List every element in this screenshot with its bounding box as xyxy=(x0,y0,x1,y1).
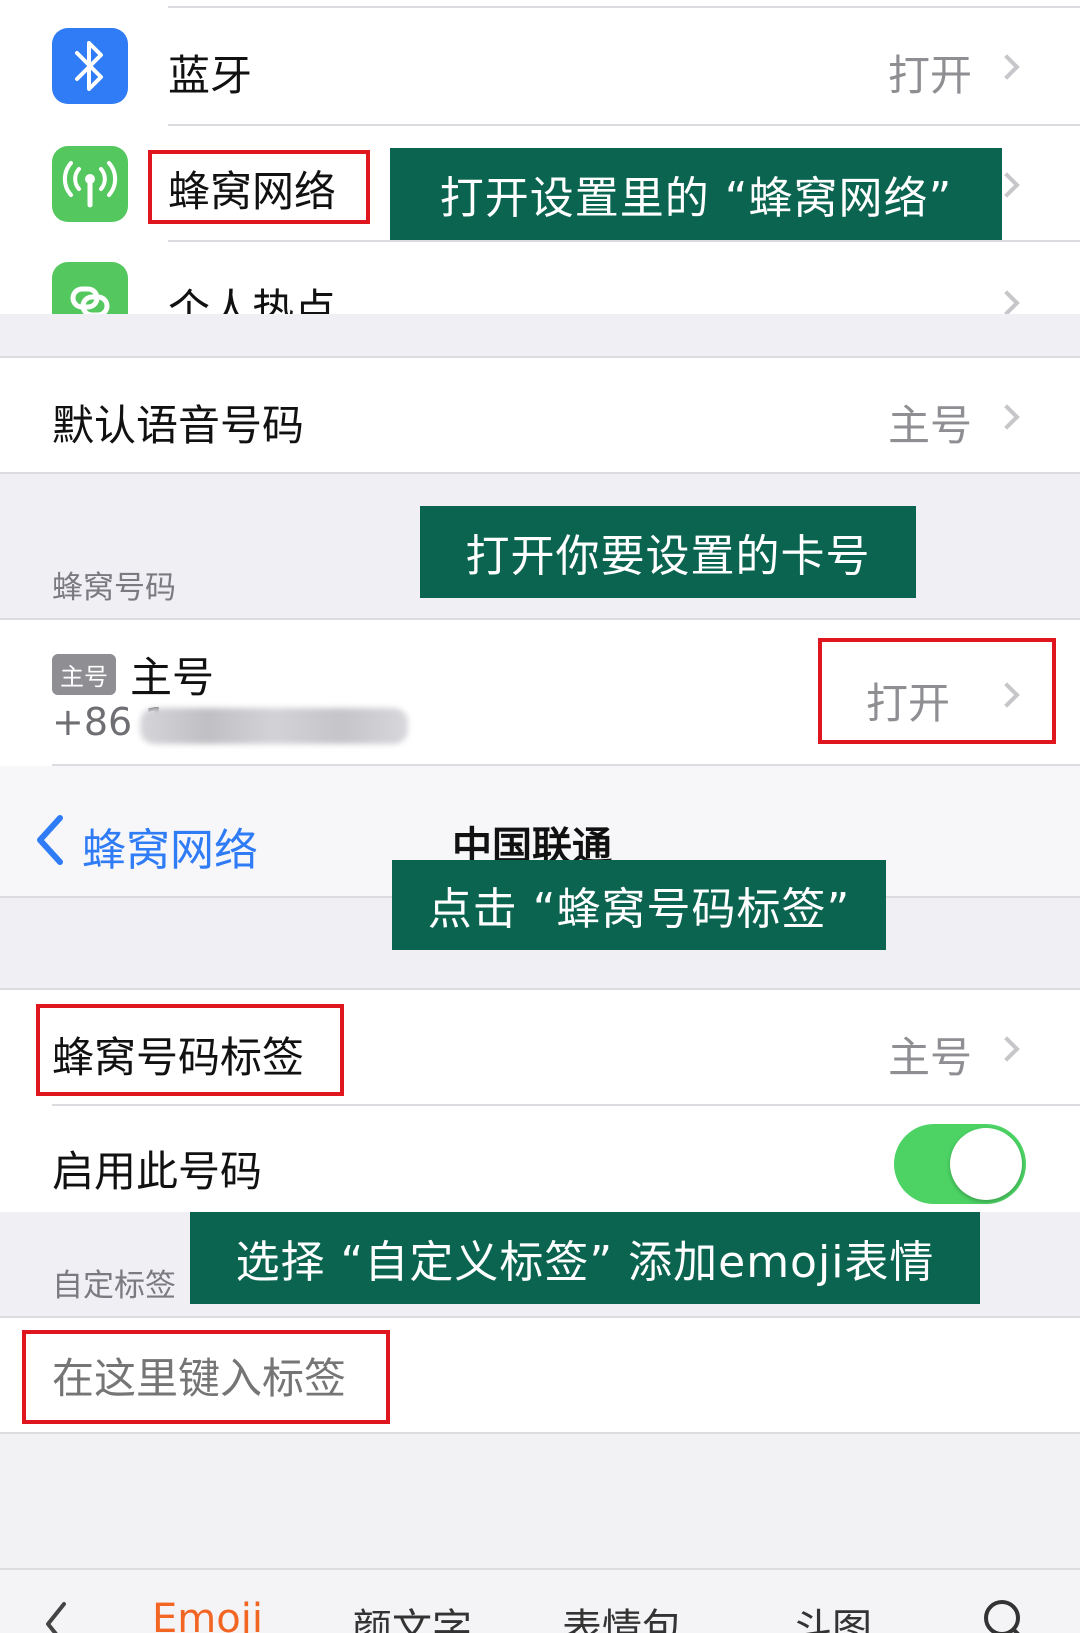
section-gap xyxy=(0,314,1080,358)
keyboard-area xyxy=(0,1434,1080,1570)
highlight-primary-line xyxy=(818,638,1056,744)
cellular-numbers-section-label: 蜂窝号码 xyxy=(52,570,176,606)
primary-line-badge: 主号 xyxy=(52,654,116,695)
keyboard-tab-emoji[interactable]: Emoji xyxy=(152,1596,263,1633)
settings-row-hotspot[interactable]: 个人热点 xyxy=(0,242,1080,314)
bluetooth-icon xyxy=(52,28,128,104)
redacted-number xyxy=(140,708,408,744)
nav-back-button[interactable]: 蜂窝网络 xyxy=(82,814,258,878)
highlight-cellular xyxy=(148,150,370,224)
default-voice-label: 默认语音号码 xyxy=(52,401,305,450)
enable-line-label: 启用此号码 xyxy=(52,1147,263,1196)
number-tag-value: 主号 xyxy=(888,1033,973,1082)
custom-tag-section-label: 自定标签 xyxy=(52,1268,176,1304)
highlight-custom-input xyxy=(22,1330,390,1424)
keyboard-tab-meme[interactable]: 斗图 xyxy=(792,1596,872,1633)
default-voice-value: 主号 xyxy=(888,401,973,450)
chevron-right-icon xyxy=(994,290,1020,314)
bluetooth-status: 打开 xyxy=(888,51,973,100)
chevron-left-icon[interactable] xyxy=(42,1600,70,1633)
annotation-step-4: 选择 “自定义标签” 添加emoji表情 xyxy=(190,1212,980,1304)
hotspot-label: 个人热点 xyxy=(168,285,337,314)
annotation-step-3: 点击 “蜂窝号码标签” xyxy=(392,860,886,950)
annotation-step-2: 打开你要设置的卡号 xyxy=(420,506,916,598)
annotation-step-1: 打开设置里的 “蜂窝网络” xyxy=(390,148,1002,240)
keyboard-tab-stickers[interactable]: 表情包 xyxy=(562,1596,682,1633)
bluetooth-label: 蓝牙 xyxy=(168,51,253,100)
hotspot-link-icon xyxy=(52,262,128,314)
search-icon[interactable] xyxy=(980,1596,1032,1633)
enable-line-toggle[interactable] xyxy=(894,1124,1026,1204)
primary-line-name: 主号 xyxy=(130,653,215,702)
chevron-left-icon[interactable] xyxy=(34,814,64,866)
keyboard-toolbar: Emoji 颜文字 表情包 斗图 xyxy=(0,1570,1080,1633)
toggle-knob xyxy=(950,1128,1022,1200)
highlight-number-tag xyxy=(36,1004,344,1096)
keyboard-tab-kaomoji[interactable]: 颜文字 xyxy=(352,1596,472,1633)
antenna-icon xyxy=(52,146,128,222)
